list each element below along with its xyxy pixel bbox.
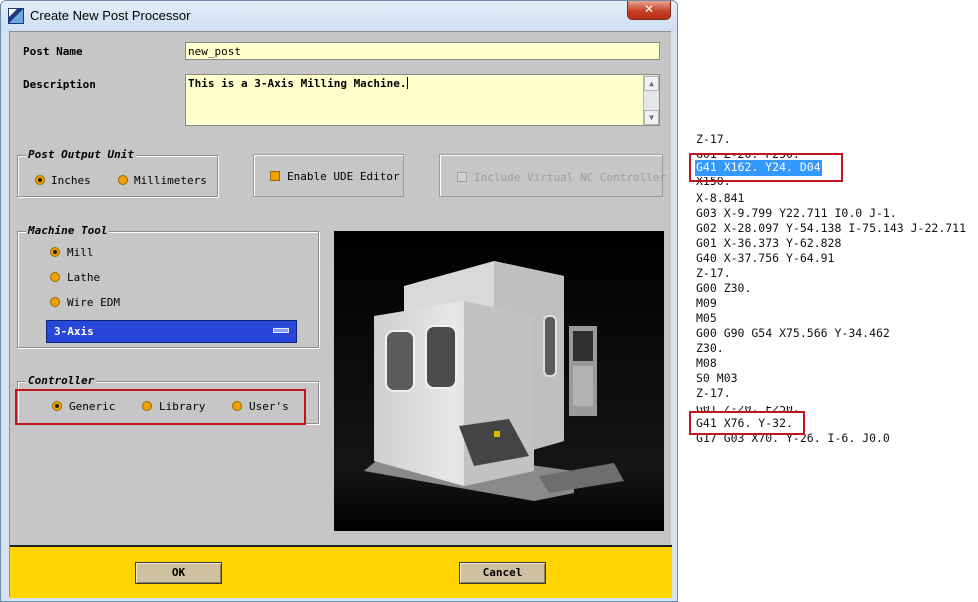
output-unit-legend: Post Output Unit <box>26 148 136 161</box>
dialog-body: Post Name new_post Description This is a… <box>9 31 672 598</box>
code-highlight-box-2 <box>689 411 805 435</box>
description-textarea[interactable]: This is a 3-Axis Milling Machine. ▲ ▼ <box>185 74 660 126</box>
millimeters-label: Millimeters <box>134 174 207 187</box>
description-label: Description <box>23 78 96 91</box>
inches-label: Inches <box>51 174 91 187</box>
controller-highlight-box <box>15 389 306 425</box>
code-line: G40 X-37.756 Y-64.91 <box>696 251 835 265</box>
scroll-down-icon[interactable]: ▼ <box>644 110 659 125</box>
code-line: Z-17. <box>696 132 731 146</box>
code-line: S0 M03 <box>696 371 738 385</box>
controller-legend: Controller <box>26 374 97 387</box>
virtual-nc-checkbox[interactable] <box>457 172 467 182</box>
output-unit-group: Post Output Unit Inches Millimeters <box>17 148 218 197</box>
title-bar: Create New Post Processor ✕ <box>1 1 677 31</box>
inches-radio[interactable] <box>35 175 45 185</box>
create-post-processor-dialog: Create New Post Processor ✕ Post Name ne… <box>0 0 678 602</box>
lathe-label: Lathe <box>67 271 101 284</box>
virtual-nc-label: Include Virtual NC Controller <box>474 171 667 184</box>
ok-button[interactable]: OK <box>135 562 222 584</box>
ude-editor-checkbox[interactable] <box>270 171 280 181</box>
ok-button-label: OK <box>171 566 186 579</box>
text-caret <box>406 77 408 89</box>
code-line: Z30. <box>696 341 724 355</box>
machine-tool-group: Machine Tool Mill Lathe Wire EDM 3-Axis <box>17 224 319 348</box>
post-name-label: Post Name <box>23 45 83 58</box>
mill-label: Mill <box>67 246 94 259</box>
scroll-up-icon[interactable]: ▲ <box>644 76 659 91</box>
close-icon: ✕ <box>643 2 655 16</box>
code-line: G02 X-28.097 Y-54.138 I-75.143 J-22.711 <box>696 221 967 235</box>
code-line: G00 G90 G54 X75.566 Y-34.462 <box>696 326 890 340</box>
axis-option-menu[interactable]: 3-Axis <box>46 320 297 343</box>
description-scrollbar[interactable]: ▲ ▼ <box>643 75 659 125</box>
mill-radio[interactable] <box>50 247 60 257</box>
code-line: M09 <box>696 296 717 310</box>
code-line: M08 <box>696 356 717 370</box>
code-line: M05 <box>696 311 717 325</box>
axis-option-value: 3-Axis <box>54 325 94 338</box>
virtual-nc-frame: Include Virtual NC Controller <box>439 154 667 197</box>
code-line: X-8.841 <box>696 191 745 205</box>
wire-edm-label: Wire EDM <box>67 296 120 309</box>
close-button[interactable]: ✕ <box>627 1 671 20</box>
post-name-value: new_post <box>188 45 241 58</box>
option-menu-indicator-icon <box>273 328 289 333</box>
window-title: Create New Post Processor <box>30 8 191 23</box>
ude-editor-frame: Enable UDE Editor <box>253 154 404 197</box>
app-icon <box>8 8 24 24</box>
code-line: G03 X-9.799 Y22.711 I0.0 J-1. <box>696 206 897 220</box>
cancel-button-label: Cancel <box>482 566 523 579</box>
post-name-input[interactable]: new_post <box>185 42 660 60</box>
code-line: Z-17. <box>696 386 731 400</box>
ude-editor-label: Enable UDE Editor <box>287 170 400 183</box>
cancel-button[interactable]: Cancel <box>459 562 546 584</box>
code-highlight-box-1 <box>689 153 843 182</box>
machine-tool-image <box>334 231 664 531</box>
code-line: G01 X-36.373 Y-62.828 <box>696 236 842 250</box>
wire-edm-radio[interactable] <box>50 297 60 307</box>
lathe-radio[interactable] <box>50 272 60 282</box>
dialog-footer: OK Cancel <box>10 545 672 598</box>
code-line: G00 Z30. <box>696 281 752 295</box>
machine-tool-legend: Machine Tool <box>26 224 110 237</box>
millimeters-radio[interactable] <box>118 175 128 185</box>
code-line: Z-17. <box>696 266 731 280</box>
description-value: This is a 3-Axis Milling Machine. <box>188 77 407 90</box>
